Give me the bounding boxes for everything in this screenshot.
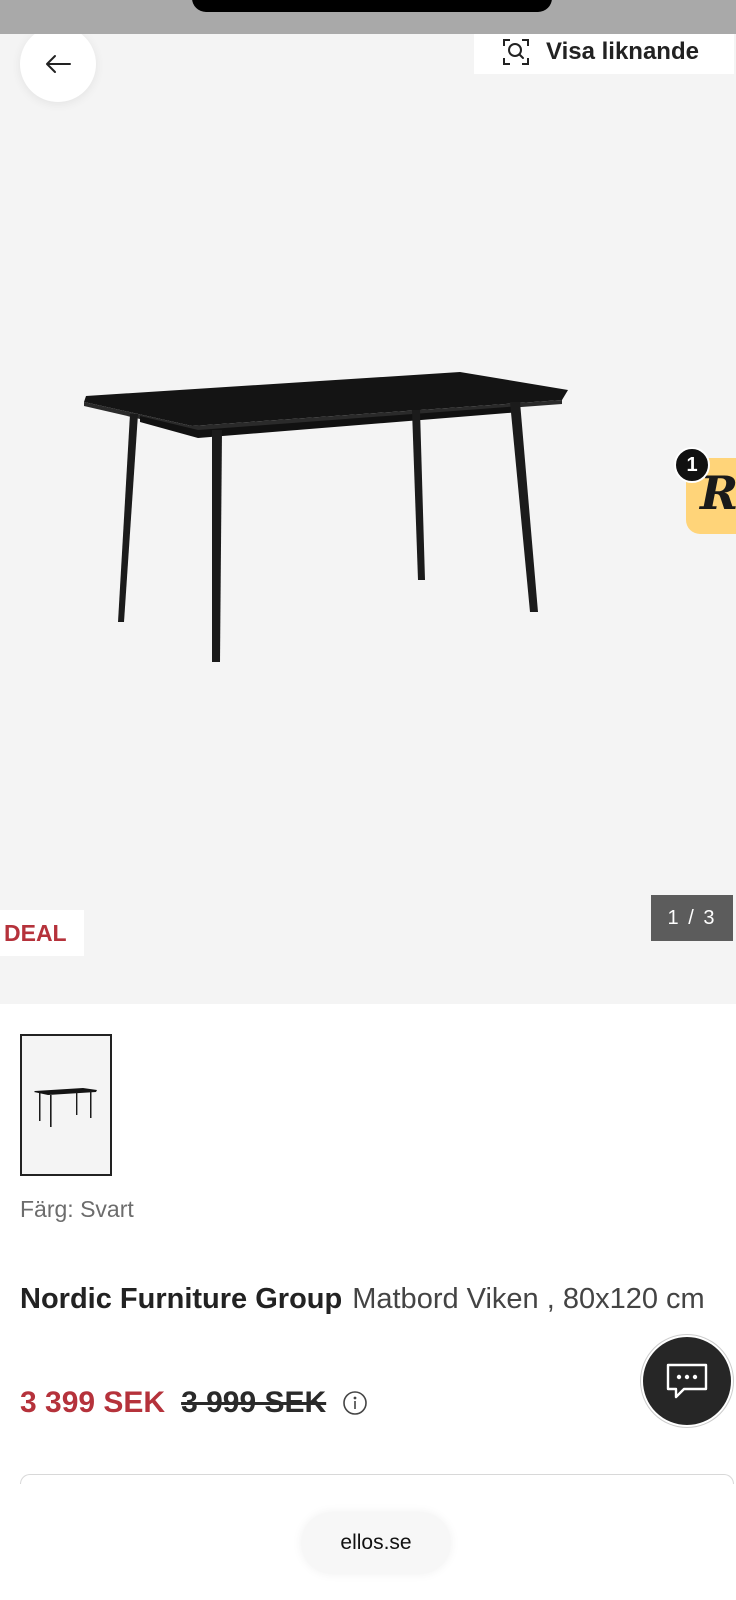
- thumbnail-table-image: [34, 1088, 97, 1127]
- product-image-table: [84, 372, 568, 662]
- browser-bottom-bar: ellos.se: [0, 1484, 736, 1600]
- color-label: Färg: Svart: [20, 1196, 134, 1222]
- product-image-gallery[interactable]: Visa liknande R 1 DEAL 1 / 3: [0, 34, 736, 1004]
- status-bar: [0, 0, 736, 34]
- product-title: Nordic Furniture Group Matbord Viken , 80…: [20, 1276, 720, 1323]
- chat-button[interactable]: [641, 1335, 733, 1427]
- thumbnail-image-1[interactable]: [20, 1034, 112, 1176]
- back-button[interactable]: [20, 34, 96, 102]
- current-price: 3 399 SEK: [20, 1386, 166, 1419]
- device-notch: [192, 0, 552, 12]
- show-similar-label: Visa liknande: [546, 38, 699, 65]
- show-similar-button[interactable]: Visa liknande: [474, 34, 734, 74]
- arrow-left-icon: [46, 55, 71, 73]
- deal-badge: DEAL: [0, 910, 84, 956]
- price-row: 3 399 SEK 3 999 SEK: [20, 1386, 368, 1420]
- image-counter: 1 / 3: [651, 895, 733, 941]
- visual-search-icon: [503, 39, 529, 65]
- chat-bubble-icon: [666, 1363, 708, 1399]
- product-name: Matbord Viken , 80x120 cm: [352, 1283, 705, 1315]
- original-price: 3 999 SEK: [181, 1386, 327, 1419]
- url-bar[interactable]: ellos.se: [301, 1512, 451, 1574]
- notification-count-badge: 1: [674, 447, 710, 483]
- product-brand[interactable]: Nordic Furniture Group: [20, 1283, 342, 1315]
- info-icon[interactable]: [342, 1390, 368, 1416]
